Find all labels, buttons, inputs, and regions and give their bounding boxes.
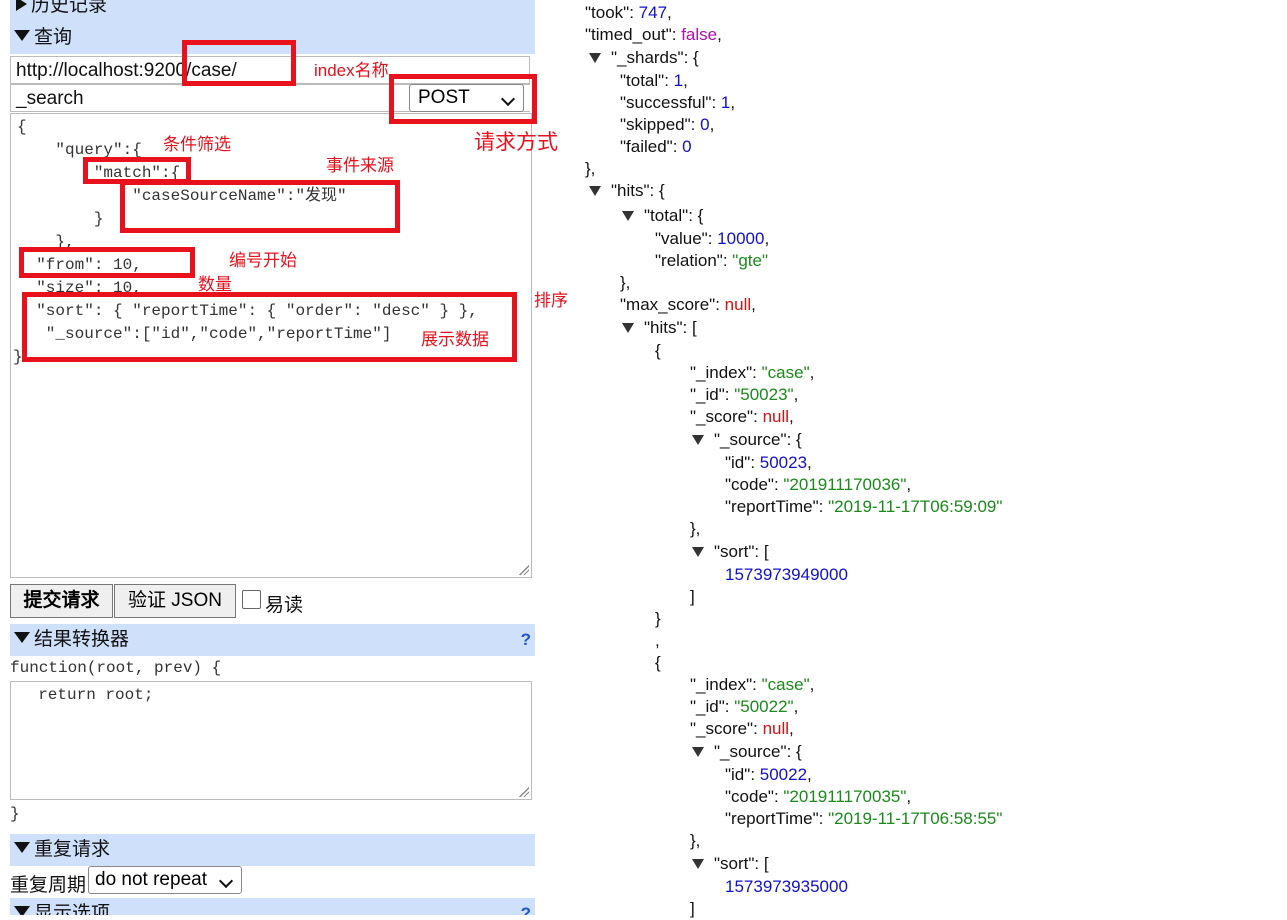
json-line: "_shards": { xyxy=(589,47,699,69)
json-line: "reportTime": "2019-11-17T06:59:09" xyxy=(725,497,1003,516)
section-transformer[interactable]: 结果转换器 ? xyxy=(10,624,535,656)
annotation-method: 请求方式 xyxy=(474,131,558,154)
highlight-from-box xyxy=(19,247,195,278)
json-line: "_source": { xyxy=(692,429,802,451)
json-line: "reportTime": "2019-11-17T06:58:55" xyxy=(725,809,1003,828)
json-line: "_score": null, xyxy=(690,719,794,738)
json-line: "sort": [ xyxy=(692,541,769,563)
json-line: { xyxy=(655,653,661,672)
section-repeat-label: 重复请求 xyxy=(34,839,111,860)
section-query-label: 查询 xyxy=(34,27,73,48)
resize-handle-icon[interactable] xyxy=(519,565,529,575)
caret-right-icon xyxy=(16,0,27,11)
transformer-signature: function(root, prev) { xyxy=(10,659,222,677)
validate-json-button[interactable]: 验证 JSON xyxy=(114,584,236,618)
json-line: "hits": [ xyxy=(622,317,697,339)
json-line: { xyxy=(655,341,661,360)
resize-handle-icon[interactable] xyxy=(519,787,529,797)
json-line: "value": 10000, xyxy=(655,229,770,248)
json-line: "total": { xyxy=(622,205,703,227)
submit-request-button[interactable]: 提交请求 xyxy=(10,584,113,618)
caret-down-icon xyxy=(14,906,30,915)
repeat-select[interactable]: do not repeat xyxy=(88,866,242,894)
json-line: "_id": "50023", xyxy=(690,385,799,404)
json-line: }, xyxy=(690,519,701,538)
json-line: "_score": null, xyxy=(690,407,794,426)
code-line-5: } xyxy=(17,210,104,228)
chevron-down-icon xyxy=(218,873,234,889)
annotation-from: 编号开始 xyxy=(229,251,297,270)
section-history-label: 历史记录 xyxy=(31,0,108,16)
json-line: "hits": { xyxy=(589,180,665,202)
json-line: "successful": 1, xyxy=(620,93,736,112)
section-transformer-label: 结果转换器 xyxy=(34,629,130,650)
annotation-filter: 条件筛选 xyxy=(163,135,231,154)
json-line: ] xyxy=(690,899,695,918)
section-display-label: 显示选项 xyxy=(34,903,111,915)
annotation-size: 数量 xyxy=(198,275,232,294)
json-line: } xyxy=(655,609,661,628)
annotation-index: index名称 xyxy=(314,61,389,80)
json-line: "relation": "gte" xyxy=(655,251,768,270)
transformer-close: } xyxy=(10,805,20,823)
json-line: "_index": "case", xyxy=(690,675,815,694)
code-line-1: { xyxy=(17,118,27,136)
readable-checkbox[interactable] xyxy=(242,590,261,609)
json-line: "failed": 0 xyxy=(620,137,692,156)
json-line: "code": "201911170035", xyxy=(725,787,912,806)
caret-down-icon xyxy=(14,842,30,854)
highlight-source-box xyxy=(120,180,400,233)
help-icon[interactable]: ? xyxy=(521,624,531,656)
json-line: , xyxy=(655,631,660,650)
transformer-body: return root; xyxy=(19,686,154,704)
repeat-period-label: 重复周期 xyxy=(10,875,87,896)
repeat-value: do not repeat xyxy=(95,869,207,890)
json-line: "skipped": 0, xyxy=(620,115,715,134)
json-line: "_index": "case", xyxy=(690,363,815,382)
section-history[interactable]: 历史记录 xyxy=(10,0,535,22)
annotation-display: 展示数据 xyxy=(421,330,489,349)
collapse-toggle-icon[interactable] xyxy=(622,210,634,221)
readable-label: 易读 xyxy=(265,595,304,616)
collapse-toggle-icon[interactable] xyxy=(692,746,704,757)
highlight-index-box xyxy=(182,40,296,86)
collapse-toggle-icon[interactable] xyxy=(692,546,704,557)
collapse-toggle-icon[interactable] xyxy=(622,322,634,333)
json-line: "code": "201911170036", xyxy=(725,475,912,494)
json-line: "total": 1, xyxy=(620,71,688,90)
json-line: }, xyxy=(585,159,596,178)
section-repeat[interactable]: 重复请求 xyxy=(10,834,535,866)
section-display[interactable]: 显示选项 ? xyxy=(10,898,535,915)
left-panel: 历史记录 查询 http://localhost:9200/case/ _sea… xyxy=(0,0,540,915)
json-line: "max_score": null, xyxy=(620,295,756,314)
json-line: "_source": { xyxy=(692,741,802,763)
collapse-toggle-icon[interactable] xyxy=(589,52,601,63)
json-line: "timed_out": false, xyxy=(585,25,722,44)
caret-down-icon xyxy=(14,632,30,644)
json-line: 1573973949000 xyxy=(725,565,848,584)
json-line: 1573973935000 xyxy=(725,877,848,896)
json-line: "took": 747, xyxy=(585,3,672,22)
annotation-event-source: 事件来源 xyxy=(326,156,394,175)
highlight-method-box xyxy=(389,74,537,124)
collapse-toggle-icon[interactable] xyxy=(692,858,704,869)
annotation-sort: 排序 xyxy=(534,291,568,310)
caret-down-icon xyxy=(14,30,30,42)
collapse-toggle-icon[interactable] xyxy=(589,185,601,196)
help-icon[interactable]: ? xyxy=(521,898,531,915)
json-line: "id": 50022, xyxy=(725,765,812,784)
json-line: "id": 50023, xyxy=(725,453,812,472)
collapse-toggle-icon[interactable] xyxy=(692,434,704,445)
json-line: "sort": [ xyxy=(692,853,769,875)
json-line: }, xyxy=(690,831,701,850)
json-line: }, xyxy=(620,273,631,292)
json-line: ] xyxy=(690,587,695,606)
json-line: "_id": "50022", xyxy=(690,697,799,716)
